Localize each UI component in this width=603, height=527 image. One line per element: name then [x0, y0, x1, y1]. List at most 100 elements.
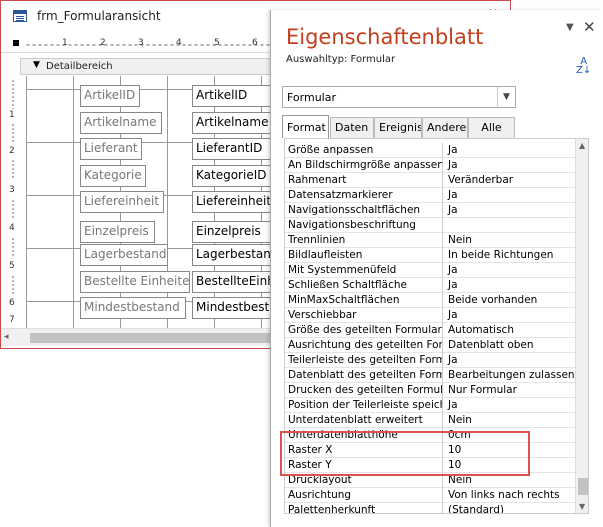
property-value[interactable]: Nein — [445, 413, 575, 428]
property-row[interactable]: Palettenherkunft (Standard) — [285, 503, 575, 513]
property-value[interactable]: Veränderbar — [445, 173, 575, 188]
property-row[interactable]: Ausrichtung des geteilten FormularsDaten… — [285, 338, 575, 353]
property-value[interactable]: Ja — [445, 203, 575, 218]
textbox-bestellteeinheiten[interactable]: BestellteEinheiten — [192, 271, 279, 293]
property-row[interactable]: Mit Systemmenüfeld Ja — [285, 263, 575, 278]
textbox-einzelpreis[interactable]: Einzelpreis — [192, 221, 279, 243]
tab-format[interactable]: Format — [282, 115, 329, 138]
textbox-kategorieid[interactable]: KategorieID — [192, 165, 279, 187]
textbox-mindestbestand[interactable]: Mindestbestand — [192, 297, 279, 319]
property-name: Navigationsbeschriftung — [285, 218, 443, 233]
property-value[interactable]: Ja — [445, 263, 575, 278]
property-row[interactable]: Schließen Schaltfläche Ja — [285, 278, 575, 293]
label-lieferant[interactable]: Lieferant — [80, 138, 142, 160]
property-row[interactable]: Verschiebbar Ja — [285, 308, 575, 323]
property-value[interactable]: Ja — [445, 143, 575, 158]
property-row[interactable]: Navigationsschaltflächen Ja — [285, 203, 575, 218]
property-name: Schließen Schaltfläche — [285, 278, 443, 293]
property-row[interactable]: Trennlinien Nein — [285, 233, 575, 248]
property-value[interactable]: Ja — [445, 398, 575, 413]
label-lagerbestand[interactable]: Lagerbestand — [80, 244, 168, 266]
property-row[interactable]: An Bildschirmgröße anpassen Ja — [285, 158, 575, 173]
scroll-thumb[interactable] — [30, 333, 270, 343]
vruler-ticks — [12, 79, 14, 109]
pane-menu-icon[interactable]: ▼ — [566, 22, 574, 33]
tab-ereignis[interactable]: Ereignis — [374, 117, 422, 138]
property-value[interactable]: Ja — [445, 158, 575, 173]
property-row[interactable]: Unterdatenblatt erweitert Nein — [285, 413, 575, 428]
property-value[interactable]: Ja — [445, 308, 575, 323]
textbox-liefereinheit[interactable]: Liefereinheit — [192, 191, 279, 213]
property-name: Größe des geteilten Formulars — [285, 323, 443, 338]
property-value[interactable]: Automatisch — [445, 323, 575, 338]
detail-section-header[interactable]: ▼ Detailbereich — [20, 58, 279, 75]
property-value[interactable]: Datenblatt oben — [445, 338, 575, 353]
property-row[interactable]: MinMaxSchaltflächen Beide vorhanden — [285, 293, 575, 308]
pane-close-button[interactable]: ✕ — [583, 18, 596, 36]
label-artikelid[interactable]: ArtikelID — [80, 85, 140, 107]
label-mindestbestand[interactable]: Mindestbestand — [80, 297, 186, 319]
property-value[interactable]: Von links nach rechts — [445, 488, 575, 503]
property-row[interactable]: Teilerleiste des geteilten FormularsJa — [285, 353, 575, 368]
property-name: Unterdatenblatt erweitert — [285, 413, 443, 428]
textbox-lieferantid[interactable]: LieferantID — [192, 138, 279, 160]
scroll-down-icon[interactable]: ▼ — [579, 502, 585, 511]
vruler-ticks — [12, 123, 14, 143]
chevron-down-icon[interactable]: ▼ — [497, 87, 515, 107]
property-value[interactable]: Ja — [445, 188, 575, 203]
scroll-up-icon[interactable]: ▲ — [579, 141, 585, 150]
sort-icon[interactable]: A Z↓ — [576, 57, 591, 76]
object-selector-dropdown[interactable]: Formular ▼ — [282, 86, 516, 108]
section-collapse-icon: ▼ — [33, 60, 40, 70]
property-value[interactable]: Nein — [445, 233, 575, 248]
ruler-corner-selector[interactable] — [13, 40, 19, 46]
vruler-number: 4 — [9, 223, 15, 233]
property-scrollbar[interactable]: ▲ ▼ — [575, 139, 588, 513]
tab-alle[interactable]: Alle — [468, 117, 515, 138]
vruler-number: 7 — [9, 315, 15, 325]
tab-daten[interactable]: Daten — [330, 117, 374, 138]
textbox-artikelname[interactable]: Artikelname — [192, 112, 279, 134]
property-value[interactable] — [445, 218, 575, 233]
ruler-number: 6 — [252, 38, 258, 48]
property-row[interactable]: Größe anpassen Ja — [285, 143, 575, 158]
property-value[interactable]: Ja — [445, 278, 575, 293]
property-value[interactable]: Ja — [445, 353, 575, 368]
scroll-left-icon[interactable]: ◂ — [4, 332, 9, 342]
property-row[interactable]: Datensatzmarkierer Ja — [285, 188, 575, 203]
property-row[interactable]: Größe des geteilten Formulars Automatisch — [285, 323, 575, 338]
property-row[interactable]: Navigationsbeschriftung — [285, 218, 575, 233]
property-row[interactable]: Bildlaufleisten In beide Richtungen — [285, 248, 575, 263]
property-row[interactable]: Drucken des geteilten Formulars Nur Formu… — [285, 383, 575, 398]
property-row[interactable]: Ausrichtung Von links nach rechts — [285, 488, 575, 503]
form-window-title: frm_Formularansicht — [37, 9, 161, 23]
label-einzelpreis[interactable]: Einzelpreis — [80, 221, 155, 243]
vruler-ticks — [12, 159, 14, 179]
property-value[interactable]: Bearbeitungen zulassen — [445, 368, 575, 383]
ruler-number: 1 — [62, 38, 68, 48]
textbox-artikelid[interactable]: ArtikelID — [192, 85, 279, 107]
label-artikelname[interactable]: Artikelname — [80, 112, 162, 134]
form-horizontal-scrollbar[interactable]: ◂ — [1, 328, 279, 346]
scroll-thumb[interactable] — [578, 478, 588, 495]
property-value[interactable]: In beide Richtungen — [445, 248, 575, 263]
label-bestellte-einheiten[interactable]: Bestellte Einheiten — [80, 271, 190, 293]
selection-type-label: Auswahltyp: Formular — [286, 54, 396, 65]
label-liefereinheit[interactable]: Liefereinheit — [80, 191, 164, 213]
property-row[interactable]: Datenblatt des geteilten FormularsBearbe… — [285, 368, 575, 383]
object-selector-value: Formular — [287, 91, 337, 104]
property-row[interactable]: Rahmenart Veränderbar — [285, 173, 575, 188]
property-row[interactable]: Position der Teilerleiste speichernJa — [285, 398, 575, 413]
property-name: Mit Systemmenüfeld — [285, 263, 443, 278]
property-name: Teilerleiste des geteilten Formulars — [285, 353, 443, 368]
property-name: Palettenherkunft — [285, 503, 443, 513]
textbox-lagerbestand[interactable]: Lagerbestand — [192, 244, 279, 266]
highlight-box — [280, 431, 530, 476]
tab-andere[interactable]: Andere — [422, 117, 468, 138]
property-sheet-title: Eigenschaftenblatt — [286, 25, 484, 49]
property-value[interactable]: Beide vorhanden — [445, 293, 575, 308]
property-name: Datenblatt des geteilten Formulars — [285, 368, 443, 383]
property-value[interactable]: (Standard) — [445, 503, 575, 513]
property-value[interactable]: Nur Formular — [445, 383, 575, 398]
label-kategorie[interactable]: Kategorie — [80, 165, 146, 187]
